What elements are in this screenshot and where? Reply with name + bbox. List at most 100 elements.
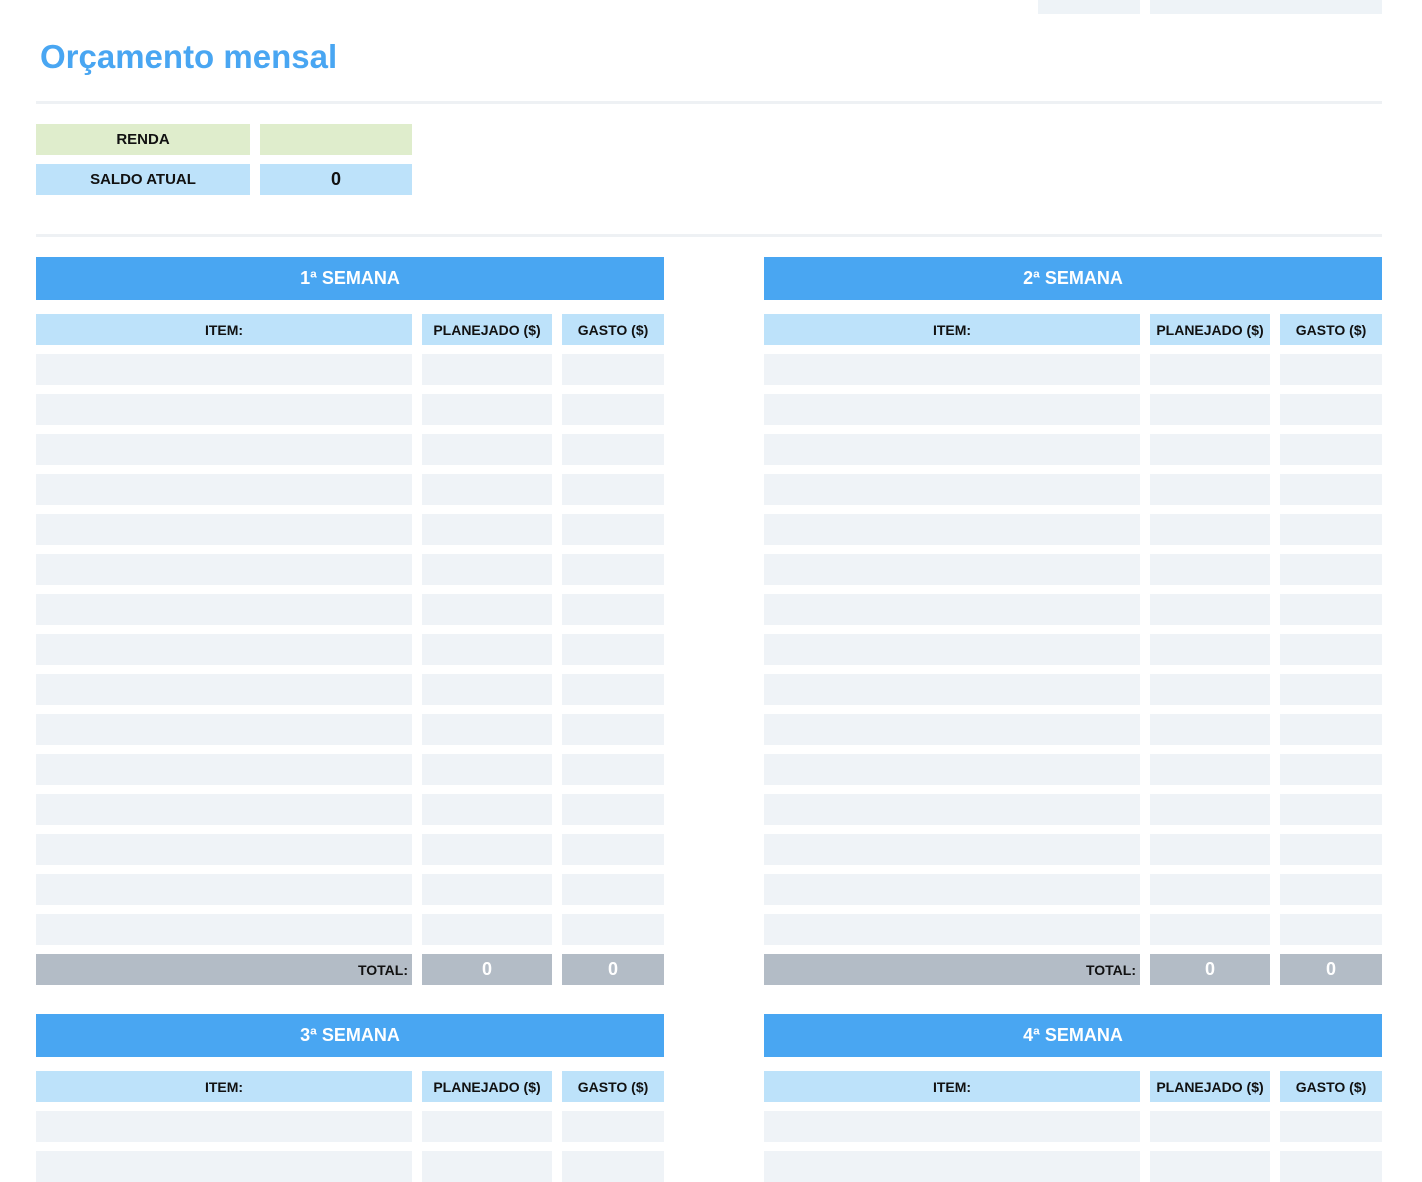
top-cell-2[interactable] [1150,0,1382,14]
item-cell[interactable] [764,914,1140,945]
planned-cell[interactable] [422,354,552,385]
spent-cell[interactable] [1280,434,1382,465]
planned-cell[interactable] [422,834,552,865]
spent-cell[interactable] [562,914,664,945]
planned-cell[interactable] [1150,554,1270,585]
spent-cell[interactable] [1280,834,1382,865]
planned-cell[interactable] [422,434,552,465]
planned-cell[interactable] [1150,714,1270,745]
spent-cell[interactable] [562,1151,664,1182]
planned-cell[interactable] [422,1111,552,1142]
spent-cell[interactable] [1280,1111,1382,1142]
spent-cell[interactable] [1280,714,1382,745]
item-cell[interactable] [36,394,412,425]
spent-cell[interactable] [1280,594,1382,625]
spent-cell[interactable] [562,594,664,625]
planned-cell[interactable] [1150,914,1270,945]
item-cell[interactable] [764,1111,1140,1142]
item-cell[interactable] [36,354,412,385]
spent-cell[interactable] [562,474,664,505]
planned-cell[interactable] [1150,874,1270,905]
spent-cell[interactable] [1280,474,1382,505]
item-cell[interactable] [764,754,1140,785]
spent-cell[interactable] [562,1111,664,1142]
item-cell[interactable] [764,554,1140,585]
planned-cell[interactable] [1150,674,1270,705]
item-cell[interactable] [36,594,412,625]
item-cell[interactable] [36,674,412,705]
spent-cell[interactable] [1280,1151,1382,1182]
planned-cell[interactable] [1150,834,1270,865]
item-cell[interactable] [36,634,412,665]
planned-cell[interactable] [422,794,552,825]
spent-cell[interactable] [562,834,664,865]
planned-cell[interactable] [1150,514,1270,545]
planned-cell[interactable] [422,714,552,745]
spent-cell[interactable] [1280,354,1382,385]
planned-cell[interactable] [1150,354,1270,385]
item-cell[interactable] [764,434,1140,465]
spent-cell[interactable] [562,794,664,825]
planned-cell[interactable] [422,674,552,705]
item-cell[interactable] [764,474,1140,505]
planned-cell[interactable] [422,914,552,945]
item-cell[interactable] [36,1111,412,1142]
spent-cell[interactable] [562,634,664,665]
spent-cell[interactable] [1280,914,1382,945]
item-cell[interactable] [36,474,412,505]
spent-cell[interactable] [562,394,664,425]
planned-cell[interactable] [1150,434,1270,465]
planned-cell[interactable] [422,754,552,785]
planned-cell[interactable] [1150,794,1270,825]
top-cell-1[interactable] [1038,0,1140,14]
planned-cell[interactable] [1150,394,1270,425]
planned-cell[interactable] [1150,634,1270,665]
item-cell[interactable] [764,394,1140,425]
item-cell[interactable] [764,714,1140,745]
spent-cell[interactable] [562,754,664,785]
planned-cell[interactable] [1150,754,1270,785]
planned-cell[interactable] [422,514,552,545]
planned-cell[interactable] [422,554,552,585]
planned-cell[interactable] [422,1151,552,1182]
item-cell[interactable] [36,834,412,865]
income-value[interactable] [260,124,412,155]
spent-cell[interactable] [1280,674,1382,705]
item-cell[interactable] [764,634,1140,665]
item-cell[interactable] [764,1151,1140,1182]
spent-cell[interactable] [1280,514,1382,545]
item-cell[interactable] [764,874,1140,905]
item-cell[interactable] [36,714,412,745]
planned-cell[interactable] [422,634,552,665]
item-cell[interactable] [764,354,1140,385]
item-cell[interactable] [36,914,412,945]
item-cell[interactable] [36,754,412,785]
spent-cell[interactable] [562,354,664,385]
item-cell[interactable] [764,674,1140,705]
planned-cell[interactable] [1150,474,1270,505]
spent-cell[interactable] [562,714,664,745]
item-cell[interactable] [36,794,412,825]
spent-cell[interactable] [1280,634,1382,665]
item-cell[interactable] [36,514,412,545]
item-cell[interactable] [764,794,1140,825]
planned-cell[interactable] [1150,1111,1270,1142]
item-cell[interactable] [36,554,412,585]
spent-cell[interactable] [1280,394,1382,425]
spent-cell[interactable] [562,874,664,905]
planned-cell[interactable] [1150,1151,1270,1182]
spent-cell[interactable] [1280,794,1382,825]
spent-cell[interactable] [562,434,664,465]
item-cell[interactable] [764,594,1140,625]
item-cell[interactable] [764,834,1140,865]
item-cell[interactable] [36,434,412,465]
planned-cell[interactable] [1150,594,1270,625]
planned-cell[interactable] [422,474,552,505]
spent-cell[interactable] [562,674,664,705]
planned-cell[interactable] [422,594,552,625]
item-cell[interactable] [36,874,412,905]
item-cell[interactable] [36,1151,412,1182]
planned-cell[interactable] [422,394,552,425]
item-cell[interactable] [764,514,1140,545]
planned-cell[interactable] [422,874,552,905]
